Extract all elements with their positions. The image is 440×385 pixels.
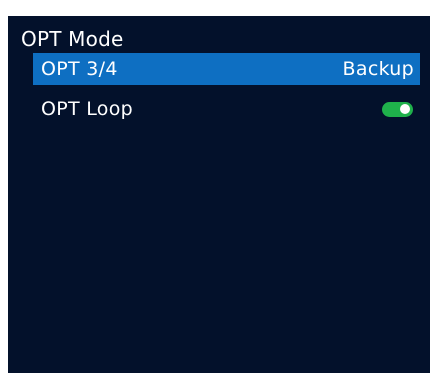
menu-item-label: OPT 3/4 xyxy=(41,58,118,80)
menu-item-opt-3-4[interactable]: OPT 3/4 Backup xyxy=(33,53,420,85)
opt-mode-screen: OPT Mode OPT 3/4 Backup OPT Loop xyxy=(8,16,430,373)
toggle-knob xyxy=(400,104,410,114)
opt-loop-toggle[interactable] xyxy=(382,101,413,117)
menu-item-label: OPT Loop xyxy=(41,98,134,120)
menu-item-value: Backup xyxy=(342,58,414,80)
menu-item-opt-loop[interactable]: OPT Loop xyxy=(33,93,420,125)
menu-title: OPT Mode xyxy=(21,27,124,51)
